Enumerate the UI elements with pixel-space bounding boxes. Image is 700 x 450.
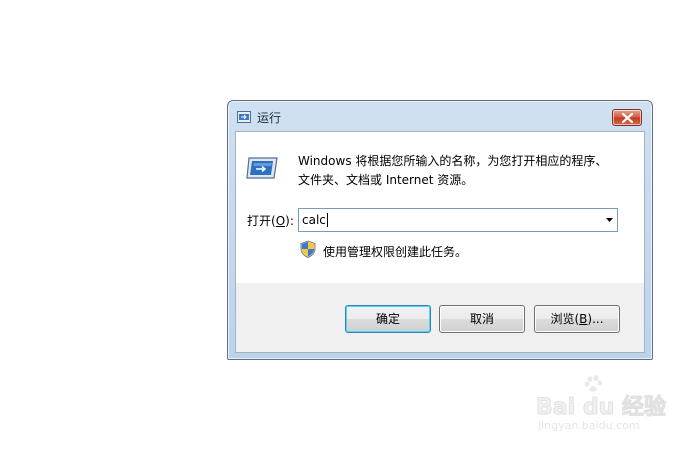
open-input-value: calc: [302, 213, 326, 227]
run-dialog: 运行 Windows 将根据您所输入的名称，为您打开相应的程序、 文件夹、文档或…: [227, 100, 653, 360]
admin-note: 使用管理权限创建此任务。: [323, 245, 468, 259]
title-bar[interactable]: 运行: [228, 101, 652, 131]
description-line: Windows 将根据您所输入的名称，为您打开相应的程序、: [298, 154, 608, 168]
description-line: 文件夹、文档或 Internet 资源。: [298, 173, 474, 187]
browse-label: 浏览(: [550, 312, 580, 326]
open-label-mnemonic: O: [275, 214, 286, 228]
dialog-body: Windows 将根据您所输入的名称，为您打开相应的程序、 文件夹、文档或 In…: [235, 131, 645, 353]
open-label-text: 打开(: [247, 214, 276, 228]
watermark-url: jingyan.baidu.com: [538, 419, 640, 432]
run-icon: [246, 157, 278, 179]
open-input[interactable]: calc: [302, 213, 328, 227]
baidu-watermark: Bai du 经验 jingyan.baidu.com: [536, 375, 686, 435]
ok-button[interactable]: 确定: [345, 305, 431, 333]
close-button[interactable]: [612, 109, 642, 126]
browse-suffix: )...: [587, 312, 604, 326]
chevron-down-icon[interactable]: [606, 218, 613, 222]
open-label: 打开(O):: [247, 212, 294, 229]
dialog-description: Windows 将根据您所输入的名称，为您打开相应的程序、 文件夹、文档或 In…: [298, 152, 628, 190]
open-combobox[interactable]: calc: [298, 208, 618, 232]
browse-button[interactable]: 浏览(B)...: [534, 305, 620, 333]
dialog-title: 运行: [257, 111, 282, 125]
text-caret: [326, 213, 328, 227]
close-icon: [622, 113, 633, 123]
run-icon: [237, 111, 251, 123]
watermark-brand: Bai du 经验: [536, 395, 667, 421]
open-label-suffix: ):: [285, 214, 294, 228]
uac-shield-icon: [300, 240, 316, 258]
content-area: Windows 将根据您所输入的名称，为您打开相应的程序、 文件夹、文档或 In…: [236, 132, 644, 283]
cancel-button[interactable]: 取消: [439, 305, 525, 333]
